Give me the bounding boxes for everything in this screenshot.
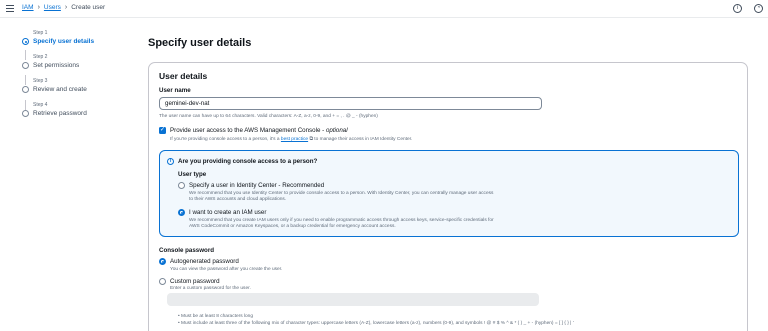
external-link-icon: ⧉	[309, 137, 313, 142]
step-label: Review and create	[33, 86, 87, 93]
chevron-right-icon: ›	[37, 4, 40, 11]
step-number: Step 1	[33, 30, 48, 36]
settings-icon[interactable]: ◔	[754, 4, 763, 13]
console-access-hint: If you're providing console access to a …	[170, 137, 413, 142]
step-indicator-icon	[22, 38, 29, 45]
iam-user-option-label: I want to create an IAM user	[189, 209, 267, 216]
step-number: Step 3	[33, 78, 48, 84]
password-rule: • Must be at least 8 characters long	[178, 314, 254, 319]
step-4: Step 4 Retrieve password	[22, 102, 94, 117]
custom-password-input[interactable]	[167, 293, 539, 306]
console-access-checkbox[interactable]: ✓	[159, 127, 166, 134]
custom-password-label: Custom password	[170, 278, 220, 285]
user-type-label: User type	[178, 171, 207, 178]
top-navigation-bar: IAM › Users › Create user i ◔	[0, 0, 768, 18]
best-practice-link[interactable]: best practice	[281, 137, 308, 142]
chevron-right-icon: ›	[64, 4, 68, 11]
breadcrumb: IAM › Users › Create user	[22, 4, 105, 11]
username-input[interactable]: geminei-dev-nat	[159, 97, 542, 110]
identity-center-option-desc: We recommend that you use Identity Cente…	[189, 191, 494, 196]
step-indicator-icon	[22, 62, 29, 69]
username-hint: The user name can have up to 64 characte…	[159, 114, 378, 119]
info-icon[interactable]: i	[733, 4, 742, 13]
identity-center-radio[interactable]	[178, 182, 185, 189]
step-label: Set permissions	[33, 62, 80, 69]
step-3: Step 3 Review and create	[22, 78, 94, 93]
console-access-info-alert: i Are you providing console access to a …	[159, 150, 739, 237]
breadcrumb-iam[interactable]: IAM	[22, 4, 34, 11]
autogenerated-password-desc: You can view the password after you crea…	[170, 267, 283, 272]
breadcrumb-users[interactable]: Users	[44, 4, 61, 11]
info-icon: i	[167, 158, 174, 165]
step-indicator-icon	[22, 86, 29, 93]
username-label: User name	[159, 87, 191, 94]
menu-icon[interactable]	[6, 5, 14, 12]
step-number: Step 4	[33, 102, 48, 108]
autogenerated-password-radio[interactable]	[159, 258, 166, 265]
iam-user-option-desc: AWS CodeCommit or Amazon Keyspaces, or a…	[189, 224, 396, 229]
step-number: Step 2	[33, 54, 48, 60]
autogenerated-password-label: Autogenerated password	[170, 258, 239, 265]
iam-user-option-desc: We recommend that you create IAM users o…	[189, 218, 494, 223]
identity-center-option-label: Specify a user in Identity Center - Reco…	[189, 182, 325, 189]
iam-user-radio[interactable]	[178, 209, 185, 216]
alert-title: Are you providing console access to a pe…	[178, 158, 318, 165]
breadcrumb-current: Create user	[71, 4, 106, 11]
identity-center-option-desc: to their AWS accounts and cloud applicat…	[189, 197, 287, 202]
section-title: User details	[159, 71, 208, 81]
user-details-container: User details User name geminei-dev-nat T…	[148, 62, 748, 331]
step-2: Step 2 Set permissions	[22, 54, 94, 69]
custom-password-radio[interactable]	[159, 278, 166, 285]
page-title: Specify user details	[148, 37, 252, 49]
console-password-label: Console password	[159, 247, 215, 254]
step-1[interactable]: Step 1 Specify user details	[22, 30, 94, 45]
step-indicator-icon	[22, 110, 29, 117]
wizard-steps: Step 1 Specify user details Step 2 Set p…	[22, 30, 94, 126]
step-label: Retrieve password	[33, 110, 87, 117]
custom-password-desc: Enter a custom password for the user.	[170, 286, 251, 291]
console-access-label: Provide user access to the AWS Managemen…	[170, 127, 348, 134]
password-rule: • Must include at least three of the fol…	[178, 321, 574, 326]
step-label: Specify user details	[33, 38, 95, 45]
